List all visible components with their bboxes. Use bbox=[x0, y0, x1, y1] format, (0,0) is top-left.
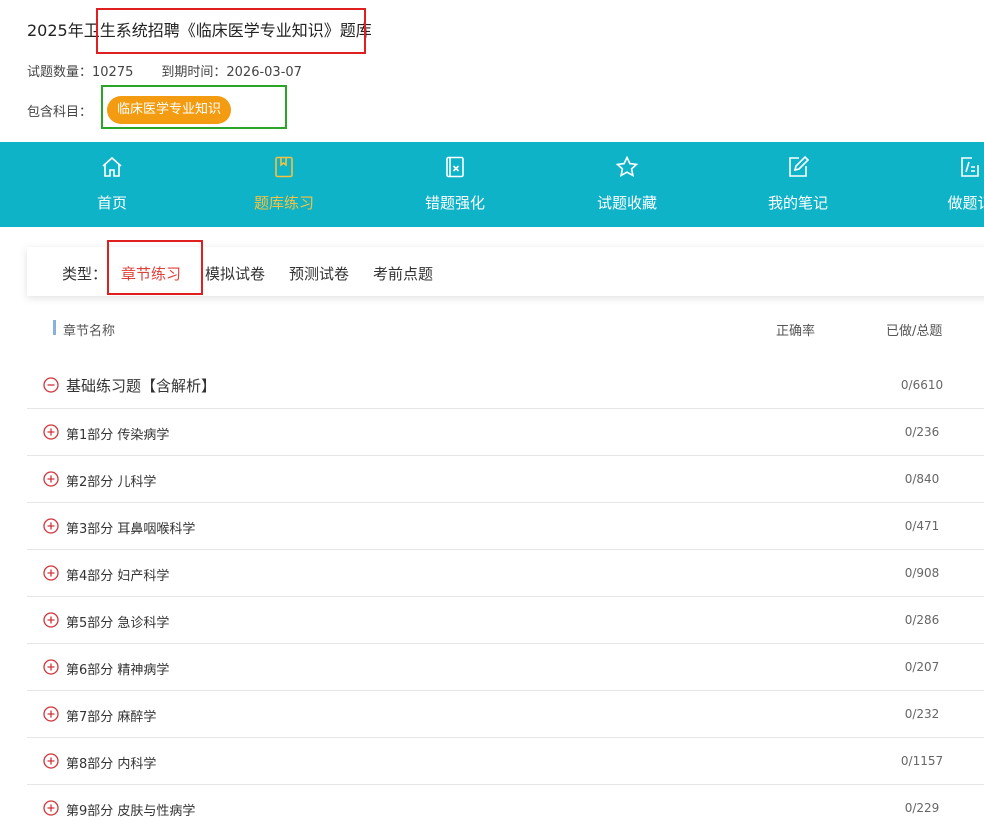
record-icon bbox=[961, 157, 979, 177]
chapter-row[interactable]: 第6部分 精神病学 0/207 bbox=[27, 644, 984, 691]
chapter-name: 第9部分 皮肤与性病学 bbox=[66, 804, 196, 819]
chapter-row[interactable]: 第8部分 内科学 0/1157 bbox=[27, 738, 984, 785]
header-accent-bar bbox=[53, 320, 56, 335]
page: 2025年卫生系统招聘《临床医学专业知识》题库 试题数量：10275 到期时间：2… bbox=[0, 0, 984, 826]
star-icon bbox=[615, 155, 639, 178]
question-count: 10275 bbox=[92, 65, 134, 80]
chapter-name: 第5部分 急诊科学 bbox=[66, 616, 170, 631]
chapter-name: 第7部分 麻醉学 bbox=[66, 710, 157, 725]
plus-circle-icon[interactable] bbox=[43, 659, 59, 675]
nav-label: 做题记 bbox=[947, 194, 984, 212]
exam-meta: 试题数量：10275 到期时间：2026-03-07 bbox=[27, 61, 302, 80]
column-progress: 已做/总题 bbox=[886, 324, 943, 339]
chapter-name: 基础练习题【含解析】 bbox=[66, 377, 217, 395]
type-option-key-points[interactable]: 考前点题 bbox=[373, 263, 433, 284]
nav-wrong-questions[interactable]: 错题强化 bbox=[385, 142, 525, 227]
chapter-name: 第1部分 传染病学 bbox=[66, 428, 170, 443]
chapter-progress: 0/908 bbox=[904, 566, 940, 580]
chapter-row[interactable]: 第5部分 急诊科学 0/286 bbox=[27, 597, 984, 644]
nav-label: 试题收藏 bbox=[596, 194, 657, 212]
error-doc-icon bbox=[446, 156, 464, 178]
chapter-progress: 0/471 bbox=[904, 519, 940, 533]
plus-circle-icon[interactable] bbox=[43, 471, 59, 487]
chapter-progress: 0/229 bbox=[904, 801, 940, 815]
chapter-row[interactable]: 第3部分 耳鼻咽喉科学 0/471 bbox=[27, 503, 984, 550]
plus-circle-icon[interactable] bbox=[43, 424, 59, 440]
chapter-row[interactable]: 第1部分 传染病学 0/236 bbox=[27, 409, 984, 456]
chapter-name: 第2部分 儿科学 bbox=[66, 475, 157, 490]
nav-notes[interactable]: 我的笔记 bbox=[728, 142, 868, 227]
chapter-name: 第3部分 耳鼻咽喉科学 bbox=[66, 522, 196, 537]
chapter-progress: 0/6610 bbox=[900, 378, 944, 392]
nav-label: 我的笔记 bbox=[767, 194, 828, 212]
column-accuracy: 正确率 bbox=[776, 324, 816, 339]
expiry-date: 2026-03-07 bbox=[226, 65, 302, 80]
chapter-progress: 0/1157 bbox=[900, 754, 944, 768]
chapter-name: 第6部分 精神病学 bbox=[66, 663, 170, 678]
nav-label: 错题强化 bbox=[424, 194, 485, 212]
column-chapter-name: 章节名称 bbox=[63, 324, 116, 339]
chapter-row[interactable]: 第9部分 皮肤与性病学 0/229 bbox=[27, 785, 984, 826]
nav-records[interactable]: 做题记 bbox=[900, 142, 984, 227]
subjects-label: 包含科目： bbox=[27, 105, 93, 120]
chapter-name: 第4部分 妇产科学 bbox=[66, 569, 170, 584]
chapter-progress: 0/286 bbox=[904, 613, 940, 627]
plus-circle-icon[interactable] bbox=[43, 612, 59, 628]
type-label: 类型： bbox=[62, 265, 108, 283]
question-count-label: 试题数量： bbox=[27, 65, 93, 80]
minus-circle-icon[interactable] bbox=[43, 377, 59, 393]
nav-label: 题库练习 bbox=[253, 194, 314, 212]
chapter-row[interactable]: 第7部分 麻醉学 0/232 bbox=[27, 691, 984, 738]
nav-favorites[interactable]: 试题收藏 bbox=[557, 142, 697, 227]
nav-question-bank[interactable]: 题库练习 bbox=[214, 142, 354, 227]
chapter-row[interactable]: 第2部分 儿科学 0/840 bbox=[27, 456, 984, 503]
plus-circle-icon[interactable] bbox=[43, 800, 59, 816]
nav-label: 首页 bbox=[96, 194, 127, 212]
chapter-row[interactable]: 第4部分 妇产科学 0/908 bbox=[27, 550, 984, 597]
title-highlight-box bbox=[96, 8, 366, 54]
note-edit-icon bbox=[789, 155, 810, 177]
type-option-mock[interactable]: 模拟试卷 bbox=[205, 263, 265, 284]
chapter-progress: 0/840 bbox=[904, 472, 940, 486]
chapter-root-row[interactable]: 基础练习题【含解析】 0/6610 bbox=[27, 362, 984, 409]
chapter-name: 第8部分 内科学 bbox=[66, 757, 157, 772]
type-highlight-box bbox=[107, 240, 203, 295]
chapter-progress: 0/236 bbox=[904, 425, 940, 439]
nav-home[interactable]: 首页 bbox=[42, 142, 182, 227]
plus-circle-icon[interactable] bbox=[43, 518, 59, 534]
expiry-label: 到期时间： bbox=[161, 65, 227, 80]
type-option-forecast[interactable]: 预测试卷 bbox=[289, 263, 349, 284]
main-nav: 首页 题库练习 错题强化 试题收藏 我的笔记 做题 bbox=[0, 142, 984, 227]
chapter-progress: 0/207 bbox=[904, 660, 940, 674]
home-icon bbox=[102, 156, 122, 177]
plus-circle-icon[interactable] bbox=[43, 565, 59, 581]
plus-circle-icon[interactable] bbox=[43, 706, 59, 722]
plus-circle-icon[interactable] bbox=[43, 753, 59, 769]
subject-highlight-box bbox=[101, 85, 287, 129]
book-icon bbox=[275, 156, 293, 178]
chapter-progress: 0/232 bbox=[904, 707, 940, 721]
